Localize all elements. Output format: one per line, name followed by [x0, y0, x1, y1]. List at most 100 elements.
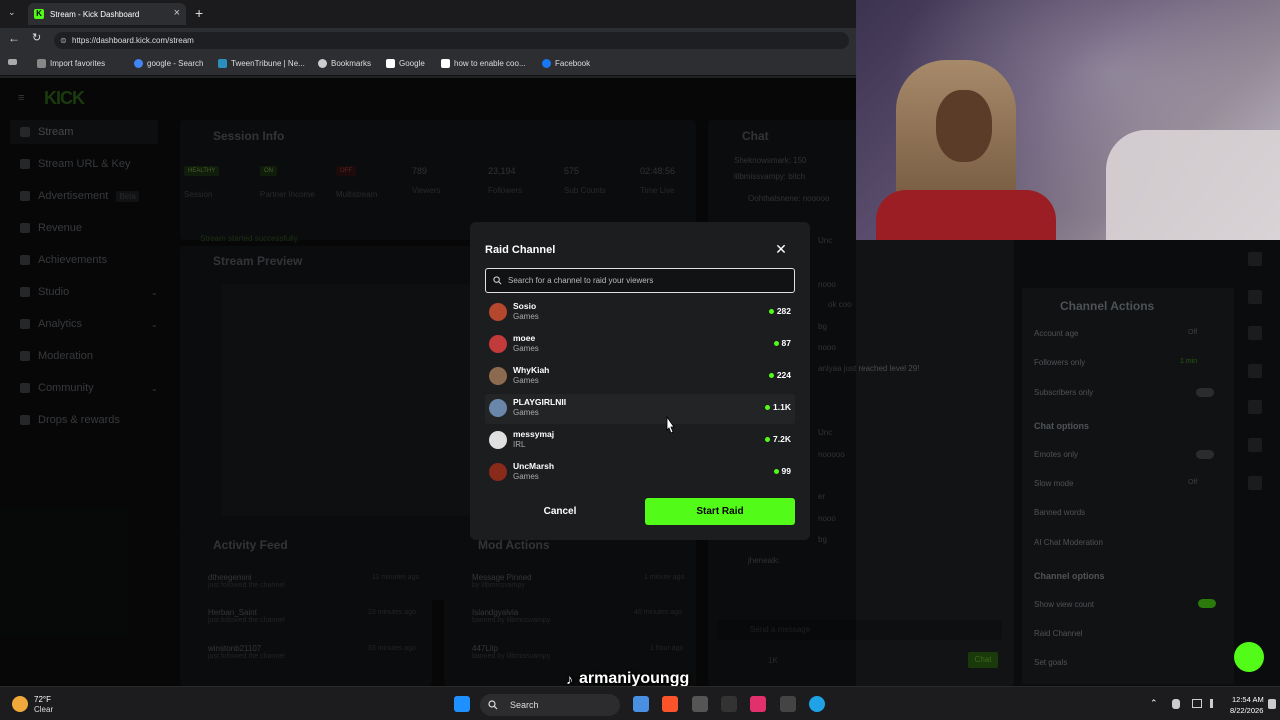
viewer-count-text: 99: [781, 466, 791, 476]
viewer-count-text: 224: [776, 370, 791, 380]
channel-viewer-count: 1.1K: [765, 402, 791, 412]
channel-avatar: [489, 431, 507, 449]
rail-icon[interactable]: [1248, 438, 1262, 452]
bookmark-item[interactable]: Import favorites: [37, 59, 105, 68]
modal-title: Raid Channel: [485, 244, 556, 256]
account-age-label: Account age: [1034, 329, 1079, 338]
channel-category: Games: [513, 376, 539, 385]
banned-words-label[interactable]: Banned words: [1034, 508, 1085, 517]
channel-avatar: [489, 399, 507, 417]
bookmark-label: Import favorites: [50, 59, 106, 68]
emotes-only-label: Emotes only: [1034, 450, 1079, 459]
tab-close-icon[interactable]: ×: [174, 7, 180, 19]
channel-viewer-count: 282: [768, 306, 791, 316]
rail-icon[interactable]: [1248, 252, 1262, 266]
bookmark-item[interactable]: how to enable coo...: [441, 59, 526, 68]
raid-search-input[interactable]: Search for a channel to raid your viewer…: [485, 268, 795, 293]
app-icon[interactable]: [692, 696, 708, 712]
emotes-only-toggle[interactable]: [1196, 450, 1214, 459]
channel-row[interactable]: moee Games 87: [485, 330, 795, 360]
channel-category: IRL: [513, 440, 526, 449]
channel-avatar: [489, 367, 507, 385]
weather-temp[interactable]: 72°F: [34, 695, 51, 704]
support-chat-icon[interactable]: [1234, 642, 1264, 672]
set-goals-label[interactable]: Set goals: [1034, 658, 1067, 667]
chat-send-button[interactable]: Chat: [968, 652, 998, 668]
ai-chat-moderation-label[interactable]: AI Chat Moderation: [1034, 538, 1103, 547]
browser-tab[interactable]: K Stream - Kick Dashboard ×: [28, 3, 186, 25]
cancel-button[interactable]: Cancel: [485, 498, 635, 525]
channel-row[interactable]: Sosio Games 282: [485, 298, 795, 328]
reload-icon[interactable]: ↻: [32, 31, 41, 44]
mouse-cursor-icon: [666, 416, 675, 434]
new-tab-icon[interactable]: +: [195, 5, 203, 21]
rail-icon[interactable]: [1248, 326, 1262, 340]
back-icon[interactable]: ←: [8, 31, 20, 45]
rail-icon[interactable]: [1248, 364, 1262, 378]
clock-date[interactable]: 8/22/2026: [1230, 706, 1263, 715]
channel-row[interactable]: messymaj IRL 7.2K: [485, 426, 795, 456]
taskbar: 72°F Clear Search ⌃ 12:54 AM 8/22/2026: [0, 686, 1280, 720]
tab-bar: ⌄ K Stream - Kick Dashboard × +: [0, 0, 856, 28]
copilot-icon[interactable]: [633, 696, 649, 712]
subscribers-only-label: Subscribers only: [1034, 388, 1094, 397]
address-bar: ← ↻ ⊜ https://dashboard.kick.com/stream: [0, 28, 856, 52]
kick-favicon-icon: K: [34, 9, 44, 19]
channel-row[interactable]: WhyKiah Games 224: [485, 362, 795, 392]
bookmark-label: Google: [399, 59, 425, 68]
microphone-icon[interactable]: [1172, 699, 1180, 709]
show-view-count-toggle[interactable]: [1198, 599, 1216, 608]
url-input[interactable]: ⊜ https://dashboard.kick.com/stream: [54, 32, 849, 49]
live-dot-icon: [768, 308, 774, 314]
bookmarks-menu-icon[interactable]: [8, 59, 17, 65]
url-text: https://dashboard.kick.com/stream: [72, 36, 194, 45]
channel-row[interactable]: UncMarsh Games 99: [485, 458, 795, 488]
windows-start-icon[interactable]: [454, 696, 470, 712]
rail-icon[interactable]: [1248, 476, 1262, 490]
slow-mode-value[interactable]: Off: [1188, 479, 1197, 486]
person-face: [936, 90, 992, 162]
brave-icon[interactable]: [662, 696, 678, 712]
bookmark-item[interactable]: TweenTribune | Ne...: [218, 59, 305, 68]
channel-category: Games: [513, 408, 539, 417]
browser-tab-title: Stream - Kick Dashboard: [50, 9, 140, 19]
channel-viewer-count: 99: [773, 466, 791, 476]
account-age-value[interactable]: Off: [1188, 329, 1197, 336]
rail-icon[interactable]: [1248, 290, 1262, 304]
followers-only-value[interactable]: 1 min: [1180, 358, 1197, 365]
capcut-icon[interactable]: [721, 696, 737, 712]
bookmark-item[interactable]: Facebook: [542, 59, 590, 68]
viewer-count-text: 87: [781, 338, 791, 348]
channel-avatar: [489, 303, 507, 321]
tiktok-app-icon[interactable]: [750, 696, 766, 712]
chat-options-heading: Chat options: [1034, 421, 1089, 431]
taskbar-search[interactable]: Search: [480, 694, 620, 716]
channel-name: moee: [513, 333, 536, 343]
tweentribune-icon: [218, 59, 227, 68]
channel-actions-title: Channel Actions: [1060, 299, 1155, 313]
subscribers-only-toggle[interactable]: [1196, 388, 1214, 397]
bookmark-item[interactable]: google - Search: [134, 59, 203, 68]
channel-category: Games: [513, 312, 539, 321]
app-icon[interactable]: [780, 696, 796, 712]
raid-channel-label[interactable]: Raid Channel: [1034, 629, 1082, 638]
bookmark-item[interactable]: Google: [386, 59, 425, 68]
start-raid-button[interactable]: Start Raid: [645, 498, 795, 525]
chevron-up-icon[interactable]: ⌃: [1150, 698, 1158, 709]
close-icon[interactable]: ✕: [774, 242, 788, 256]
bookmark-item[interactable]: Bookmarks: [318, 59, 371, 68]
weather-desc[interactable]: Clear: [34, 705, 53, 714]
live-dot-icon: [773, 468, 779, 474]
site-info-icon[interactable]: ⊜: [60, 32, 67, 49]
channel-row[interactable]: PLAYGIRLNII Games 1.1K: [485, 394, 795, 424]
weather-icon[interactable]: [12, 696, 28, 712]
bookmarks-bar: Import favorites google - Search TweenTr…: [0, 52, 856, 76]
clock-time[interactable]: 12:54 AM: [1232, 695, 1264, 704]
edge-icon[interactable]: [809, 696, 825, 712]
volume-icon[interactable]: [1210, 699, 1220, 708]
viewer-count-text: 7.2K: [773, 434, 791, 444]
notification-icon[interactable]: [1268, 699, 1276, 709]
tab-list-chevron-icon[interactable]: ⌄: [8, 7, 16, 18]
network-icon[interactable]: [1192, 699, 1202, 708]
rail-icon[interactable]: [1248, 400, 1262, 414]
